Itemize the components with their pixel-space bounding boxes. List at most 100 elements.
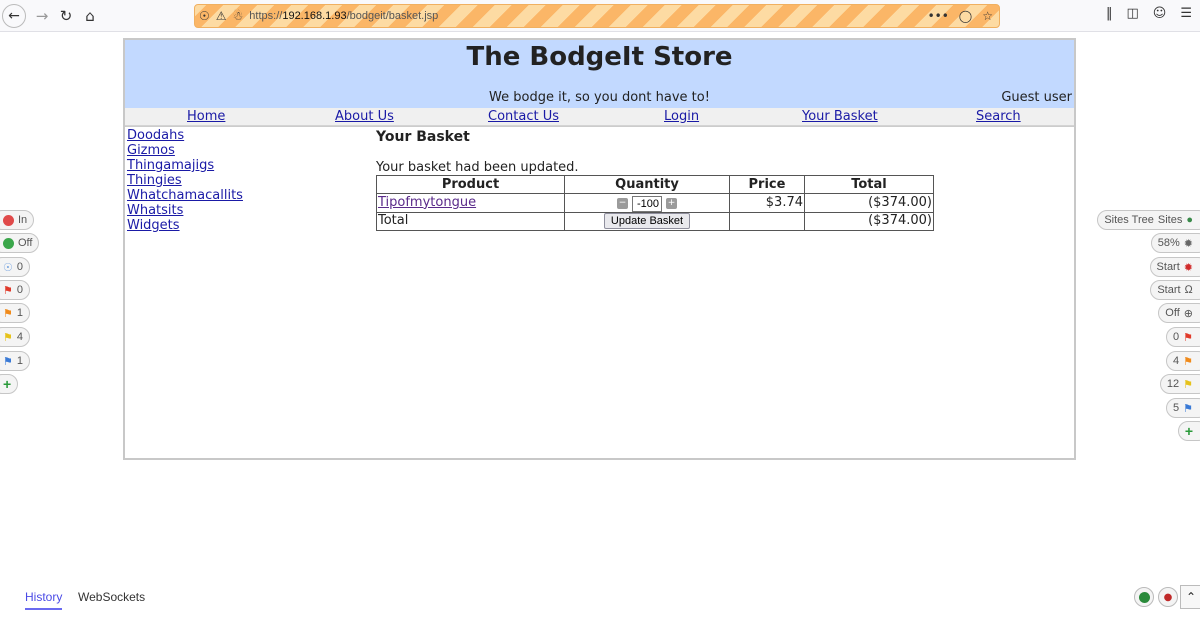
basket-table: Product Quantity Price Total Tipofmytong… <box>376 175 934 231</box>
green-circle-icon <box>3 237 14 249</box>
decrease-quantity-button[interactable]: − <box>617 198 628 209</box>
sidebar-item-whatsits[interactable]: Whatsits <box>127 203 243 218</box>
zap-start-ajax[interactable]: Start Ω <box>1150 280 1200 300</box>
zap-medium-alerts[interactable]: ⚑ 1 <box>0 303 30 323</box>
sites-tree-label: Sites Tree <box>1104 214 1154 226</box>
sidebar-item-thingamajigs[interactable]: Thingamajigs <box>127 158 243 173</box>
url-text[interactable]: https://192.168.1.93/bodgeit/basket.jsp <box>249 10 438 22</box>
zap-info-alerts[interactable]: ⚑ 1 <box>0 351 30 371</box>
bug-button[interactable]: ● <box>1158 587 1178 607</box>
arrow-right-icon: → <box>35 7 49 25</box>
row-total-cell: ($374.00) <box>804 193 934 213</box>
tab-history[interactable]: History <box>25 590 63 610</box>
zap-site-low-alerts[interactable]: 12 ⚑ <box>1159 374 1200 394</box>
zap-scan-progress[interactable]: 58% ✹ <box>1150 233 1200 253</box>
sidebar-item-doodahs[interactable]: Doodahs <box>127 128 243 143</box>
off-label: Off <box>1165 307 1180 319</box>
back-button[interactable]: ← <box>2 4 26 28</box>
increase-quantity-button[interactable]: + <box>666 198 677 209</box>
zap-start-spider[interactable]: Start ✹ <box>1149 257 1200 277</box>
library-icon[interactable]: ‖ <box>1106 6 1113 21</box>
update-basket-button[interactable]: Update Basket <box>603 213 691 229</box>
start-label: Start <box>1157 284 1181 296</box>
nav-contact[interactable]: Contact Us <box>488 109 559 125</box>
yellow-flag-icon: ⚑ <box>1183 378 1193 391</box>
chevron-up-icon: ⌃ <box>1185 590 1197 604</box>
expand-panel-button[interactable]: ⌃ <box>1180 585 1200 609</box>
zap-right-add-button[interactable]: + <box>1177 421 1200 441</box>
sidebar-item-gizmos[interactable]: Gizmos <box>127 143 243 158</box>
plus-icon: + <box>3 376 12 392</box>
zap-site-high-alerts[interactable]: 0 ⚑ <box>1166 327 1200 347</box>
sites-label: Sites <box>1157 214 1183 226</box>
lock-warning-icon[interactable]: ⚠ <box>216 9 227 23</box>
zap-mode-toggle[interactable]: Off <box>0 233 40 253</box>
home-icon: ⌂ <box>85 7 95 25</box>
reload-button[interactable]: ↻ <box>54 4 78 28</box>
nav-basket[interactable]: Your Basket <box>802 109 878 125</box>
pill-label: 4 <box>16 331 23 343</box>
blue-flag-icon: ⚑ <box>1183 402 1193 415</box>
forward-button[interactable]: → <box>30 4 54 28</box>
zap-info-count[interactable]: ☉ 0 <box>0 257 30 277</box>
empty-cell <box>729 211 805 231</box>
category-sidebar: Doodahs Gizmos Thingamajigs Thingies Wha… <box>127 128 243 233</box>
zap-low-alerts[interactable]: ⚑ 4 <box>0 327 30 347</box>
red-flag-icon: ⚑ <box>3 284 13 297</box>
red-spider-icon: ✹ <box>1183 261 1193 274</box>
nav-login[interactable]: Login <box>664 109 699 125</box>
url-bar[interactable]: ☉ ⚠ ☃ https://192.168.1.93/bodgeit/baske… <box>194 4 1000 28</box>
pill-label: 0 <box>16 284 23 296</box>
zap-site-info-alerts[interactable]: 5 ⚑ <box>1166 398 1200 418</box>
green-dot-icon <box>1138 591 1150 603</box>
bookmark-star-icon[interactable]: ☆ <box>982 9 993 23</box>
nav-search[interactable]: Search <box>976 109 1021 125</box>
basket-message: Your basket had been updated. <box>376 160 579 175</box>
sidebar-item-widgets[interactable]: Widgets <box>127 218 243 233</box>
globe-icon: ● <box>1186 214 1193 226</box>
tab-websockets[interactable]: WebSockets <box>78 590 145 604</box>
zap-break-in-toggle[interactable]: In <box>0 210 35 230</box>
store-tagline: We bodge it, so you dont have to! <box>489 90 710 105</box>
blue-flag-icon: ⚑ <box>3 355 13 368</box>
shield-icon[interactable]: ☉ <box>199 9 210 23</box>
store-title: The BodgeIt Store <box>466 42 733 72</box>
main-nav: Home About Us Contact Us Login Your Bask… <box>125 108 1074 126</box>
col-product: Product <box>376 175 565 194</box>
sidebar-item-whatchamacallits[interactable]: Whatchamacallits <box>127 188 243 203</box>
store-header: The BodgeIt Store We bodge it, so you do… <box>125 40 1074 108</box>
red-flag-icon: ⚑ <box>1183 331 1193 344</box>
zap-hud-off-toggle[interactable]: Off ⊕ <box>1158 303 1200 323</box>
total-label: Total <box>376 211 565 231</box>
url-host: 192.168.1.93 <box>282 10 347 22</box>
nav-about[interactable]: About Us <box>335 109 394 125</box>
quantity-input[interactable] <box>632 195 662 212</box>
sidebar-item-thingies[interactable]: Thingies <box>127 173 243 188</box>
nav-home[interactable]: Home <box>187 109 225 125</box>
zap-site-medium-alerts[interactable]: 4 ⚑ <box>1166 351 1200 371</box>
zap-high-alerts[interactable]: ⚑ 0 <box>0 280 30 300</box>
start-label: Start <box>1156 261 1180 273</box>
bug-icon: ● <box>1163 591 1173 603</box>
menu-icon[interactable]: ☰ <box>1180 6 1192 21</box>
product-link[interactable]: Tipofmytongue <box>378 195 476 210</box>
pill-label: 0 <box>1173 331 1180 343</box>
sidebar-icon[interactable]: ◫ <box>1126 6 1138 21</box>
quantity-cell: − + <box>564 193 730 213</box>
orange-flag-icon: ⚑ <box>1183 355 1193 368</box>
zap-left-add-button[interactable]: + <box>0 374 19 394</box>
robot-icon[interactable]: ☃ <box>233 9 244 23</box>
record-button[interactable] <box>1134 587 1154 607</box>
pill-label: 1 <box>16 307 23 319</box>
basket-section: Your Basket Your basket had been updated… <box>376 128 934 231</box>
content-area: Doodahs Gizmos Thingamajigs Thingies Wha… <box>125 126 1074 458</box>
zap-sites-tree-button[interactable]: Sites Tree Sites ● <box>1097 210 1200 230</box>
pocket-icon[interactable]: ◯ <box>959 9 972 23</box>
home-button[interactable]: ⌂ <box>78 4 102 28</box>
account-icon[interactable]: ☺ <box>1153 6 1167 21</box>
page-actions-button[interactable]: ••• <box>928 9 949 23</box>
col-price: Price <box>729 175 805 194</box>
yellow-flag-icon: ⚑ <box>3 331 13 344</box>
progress-label: 58% <box>1157 237 1180 249</box>
quantity-stepper: − + <box>617 195 677 212</box>
